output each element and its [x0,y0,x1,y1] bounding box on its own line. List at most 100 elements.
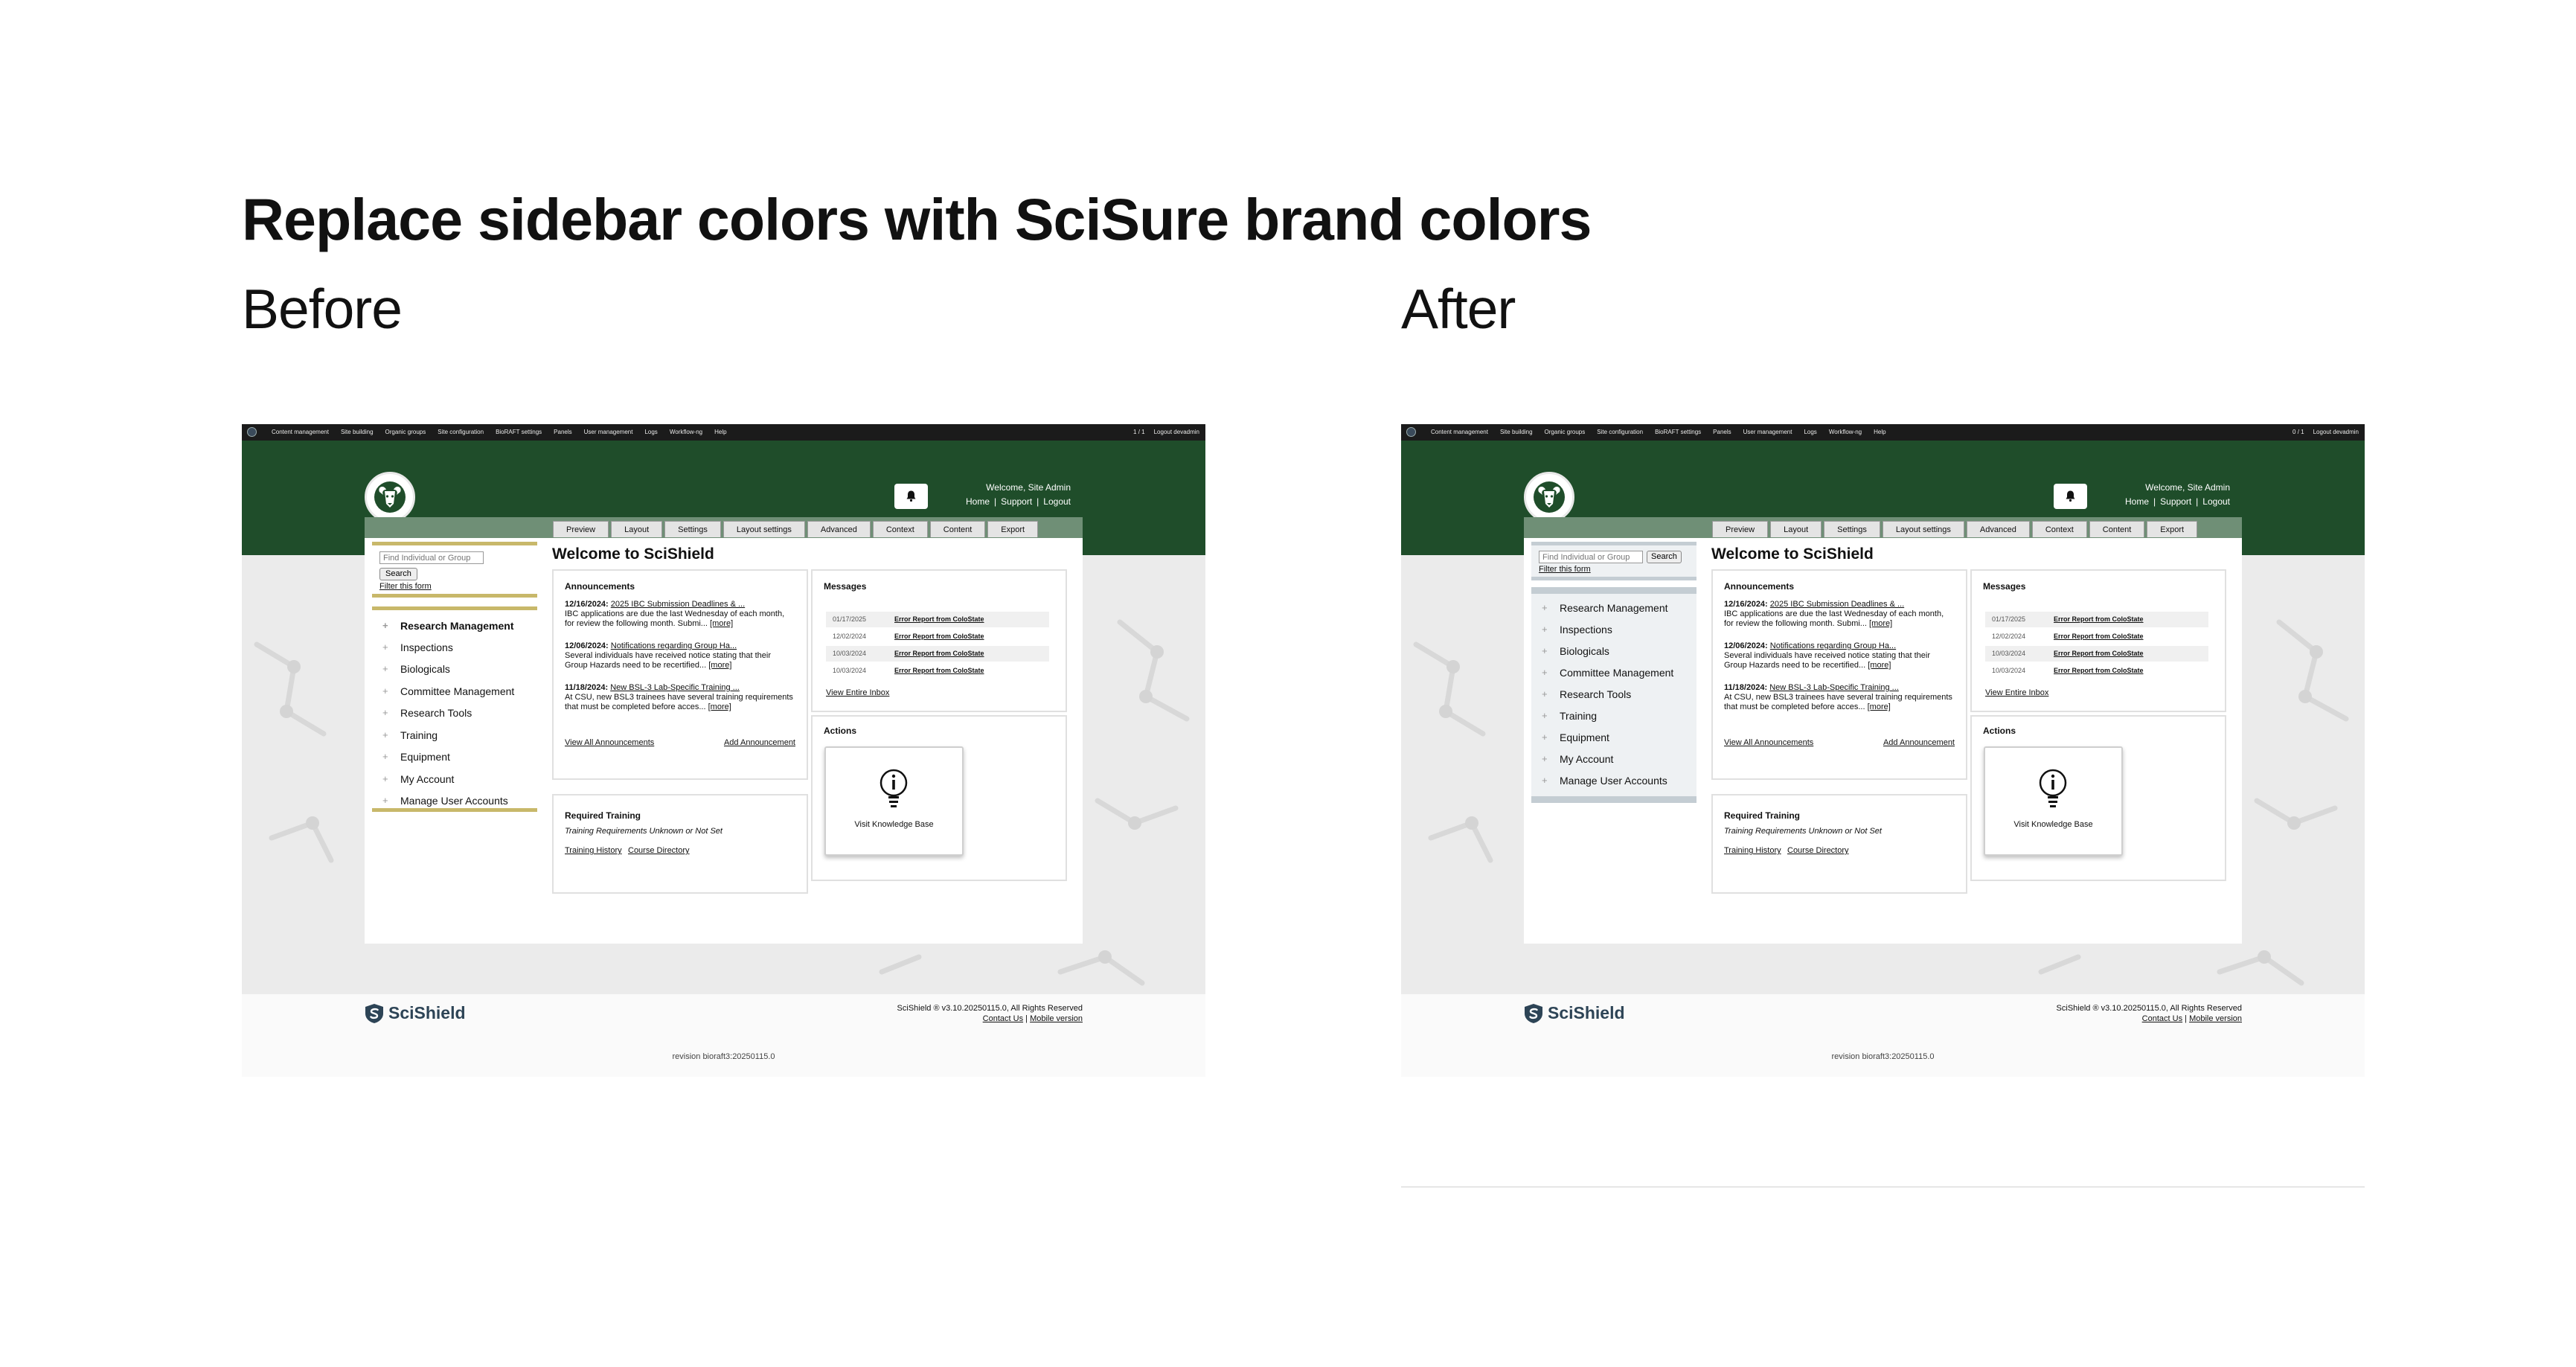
view-inbox-link[interactable]: View Entire Inbox [1985,688,2048,697]
training-history-link[interactable]: Training History [1724,846,1781,855]
admin-menu-item[interactable]: Organic groups [385,429,426,435]
notifications-button[interactable] [894,484,928,509]
knowledge-base-button[interactable]: Visit Knowledge Base [824,746,964,856]
announcement-title-link[interactable]: New BSL-3 Lab-Specific Training ... [1769,683,1899,692]
admin-menu-item[interactable]: Content management [1431,429,1488,435]
mobile-version-link[interactable]: Mobile version [2189,1014,2242,1023]
admin-menu-item[interactable]: Content management [272,429,329,435]
announcement-more-link[interactable]: [more] [708,702,731,711]
ram-logo[interactable] [365,472,415,522]
admin-menu-item[interactable]: Logs [1804,429,1816,435]
admin-menu-item[interactable]: Workflow-ng [670,429,702,435]
tab-content[interactable]: Content [2089,521,2145,537]
admin-menu-item[interactable]: BioRAFT settings [1655,429,1701,435]
tab-settings[interactable]: Settings [1824,521,1880,537]
support-link[interactable]: Support [1001,496,1032,507]
admin-menu-item[interactable]: Site building [341,429,374,435]
announcement-more-link[interactable]: [more] [708,661,731,670]
notifications-button[interactable] [2054,484,2087,509]
admin-menu-item[interactable]: User management [1743,429,1792,435]
announcement-more-link[interactable]: [more] [1868,702,1891,711]
search-input[interactable] [1539,551,1643,563]
message-row[interactable]: 12/02/2024 Error Report from ColoState [826,629,1049,644]
announcement-title-link[interactable]: 2025 IBC Submission Deadlines & ... [1770,600,1904,609]
admin-menu-item[interactable]: Help [1874,429,1885,435]
tab-preview[interactable]: Preview [1712,521,1769,537]
announcement-title-link[interactable]: Notifications regarding Group Ha... [611,641,737,650]
tab-layout-settings[interactable]: Layout settings [1882,521,1964,537]
tab-preview[interactable]: Preview [553,521,609,537]
message-subject-link[interactable]: Error Report from ColoState [2054,629,2144,644]
announcement-title-link[interactable]: New BSL-3 Lab-Specific Training ... [610,683,740,692]
announcement-title-link[interactable]: 2025 IBC Submission Deadlines & ... [611,600,745,609]
admin-menu-item[interactable]: Organic groups [1545,429,1586,435]
add-announcement-link[interactable]: Add Announcement [724,738,795,747]
message-subject-link[interactable]: Error Report from ColoState [2054,612,2144,627]
tab-advanced[interactable]: Advanced [807,521,871,537]
search-input[interactable] [379,551,484,564]
tab-layout-settings[interactable]: Layout settings [723,521,805,537]
search-button[interactable]: Search [379,568,417,580]
announcement-more-link[interactable]: [more] [1868,661,1891,670]
tab-advanced[interactable]: Advanced [1966,521,2030,537]
admin-menu-item[interactable]: BioRAFT settings [496,429,542,435]
contact-us-link[interactable]: Contact Us [983,1014,1023,1023]
admin-menu-item[interactable]: Help [714,429,726,435]
message-subject-link[interactable]: Error Report from ColoState [2054,663,2144,679]
view-inbox-link[interactable]: View Entire Inbox [826,688,889,697]
admin-logout-link[interactable]: Logout devadmin [2313,429,2359,435]
admin-menu-item[interactable]: Site configuration [438,429,484,435]
logout-link[interactable]: Logout [1043,496,1071,507]
announcement-more-link[interactable]: [more] [1869,619,1892,628]
tab-content[interactable]: Content [929,521,986,537]
tab-layout[interactable]: Layout [1770,521,1822,537]
course-directory-link[interactable]: Course Directory [628,846,690,855]
admin-menu-item[interactable]: Logs [644,429,657,435]
training-history-link[interactable]: Training History [565,846,622,855]
knowledge-base-button[interactable]: Visit Knowledge Base [1984,746,2123,856]
filter-form-link[interactable]: Filter this form [1539,565,1591,574]
tab-context[interactable]: Context [2031,521,2087,537]
tab-export[interactable]: Export [987,521,1039,537]
filter-form-link[interactable]: Filter this form [379,582,432,591]
tab-layout[interactable]: Layout [611,521,663,537]
message-row[interactable]: 12/02/2024 Error Report from ColoState [1985,629,2208,644]
message-row[interactable]: 10/03/2024 Error Report from ColoState [826,663,1049,679]
message-subject-link[interactable]: Error Report from ColoState [894,612,984,627]
message-subject-link[interactable]: Error Report from ColoState [894,646,984,662]
message-row[interactable]: 01/17/2025 Error Report from ColoState [826,612,1049,627]
message-subject-link[interactable]: Error Report from ColoState [894,663,984,679]
tab-settings[interactable]: Settings [664,521,721,537]
admin-menu-item[interactable]: Panels [554,429,571,435]
admin-menu-item[interactable]: Panels [1713,429,1731,435]
add-announcement-link[interactable]: Add Announcement [1883,738,1955,747]
tab-context[interactable]: Context [872,521,928,537]
course-directory-link[interactable]: Course Directory [1787,846,1849,855]
admin-menu-item[interactable]: User management [584,429,633,435]
announcement-more-link[interactable]: [more] [710,619,733,628]
support-link[interactable]: Support [2160,496,2191,507]
view-all-announcements-link[interactable]: View All Announcements [565,738,654,747]
admin-menu-item[interactable]: Site configuration [1597,429,1643,435]
mobile-version-link[interactable]: Mobile version [1030,1014,1083,1023]
view-all-announcements-link[interactable]: View All Announcements [1724,738,1813,747]
contact-us-link[interactable]: Contact Us [2142,1014,2182,1023]
message-row[interactable]: 10/03/2024 Error Report from ColoState [1985,646,2208,662]
admin-counter[interactable]: 1 / 1 [1133,429,1145,435]
ram-logo[interactable] [1524,472,1574,522]
admin-counter[interactable]: 0 / 1 [2293,429,2304,435]
message-row[interactable]: 10/03/2024 Error Report from ColoState [826,646,1049,662]
admin-logout-link[interactable]: Logout devadmin [1154,429,1199,435]
admin-home-icon[interactable] [247,427,257,437]
message-row[interactable]: 01/17/2025 Error Report from ColoState [1985,612,2208,627]
message-row[interactable]: 10/03/2024 Error Report from ColoState [1985,663,2208,679]
message-subject-link[interactable]: Error Report from ColoState [2054,646,2144,662]
admin-menu-item[interactable]: Workflow-ng [1829,429,1862,435]
admin-home-icon[interactable] [1406,427,1416,437]
admin-menu-item[interactable]: Site building [1500,429,1533,435]
tab-export[interactable]: Export [2147,521,2198,537]
search-button[interactable]: Search [1647,551,1682,563]
logout-link[interactable]: Logout [2202,496,2230,507]
home-link[interactable]: Home [966,496,990,507]
announcement-title-link[interactable]: Notifications regarding Group Ha... [1770,641,1896,650]
